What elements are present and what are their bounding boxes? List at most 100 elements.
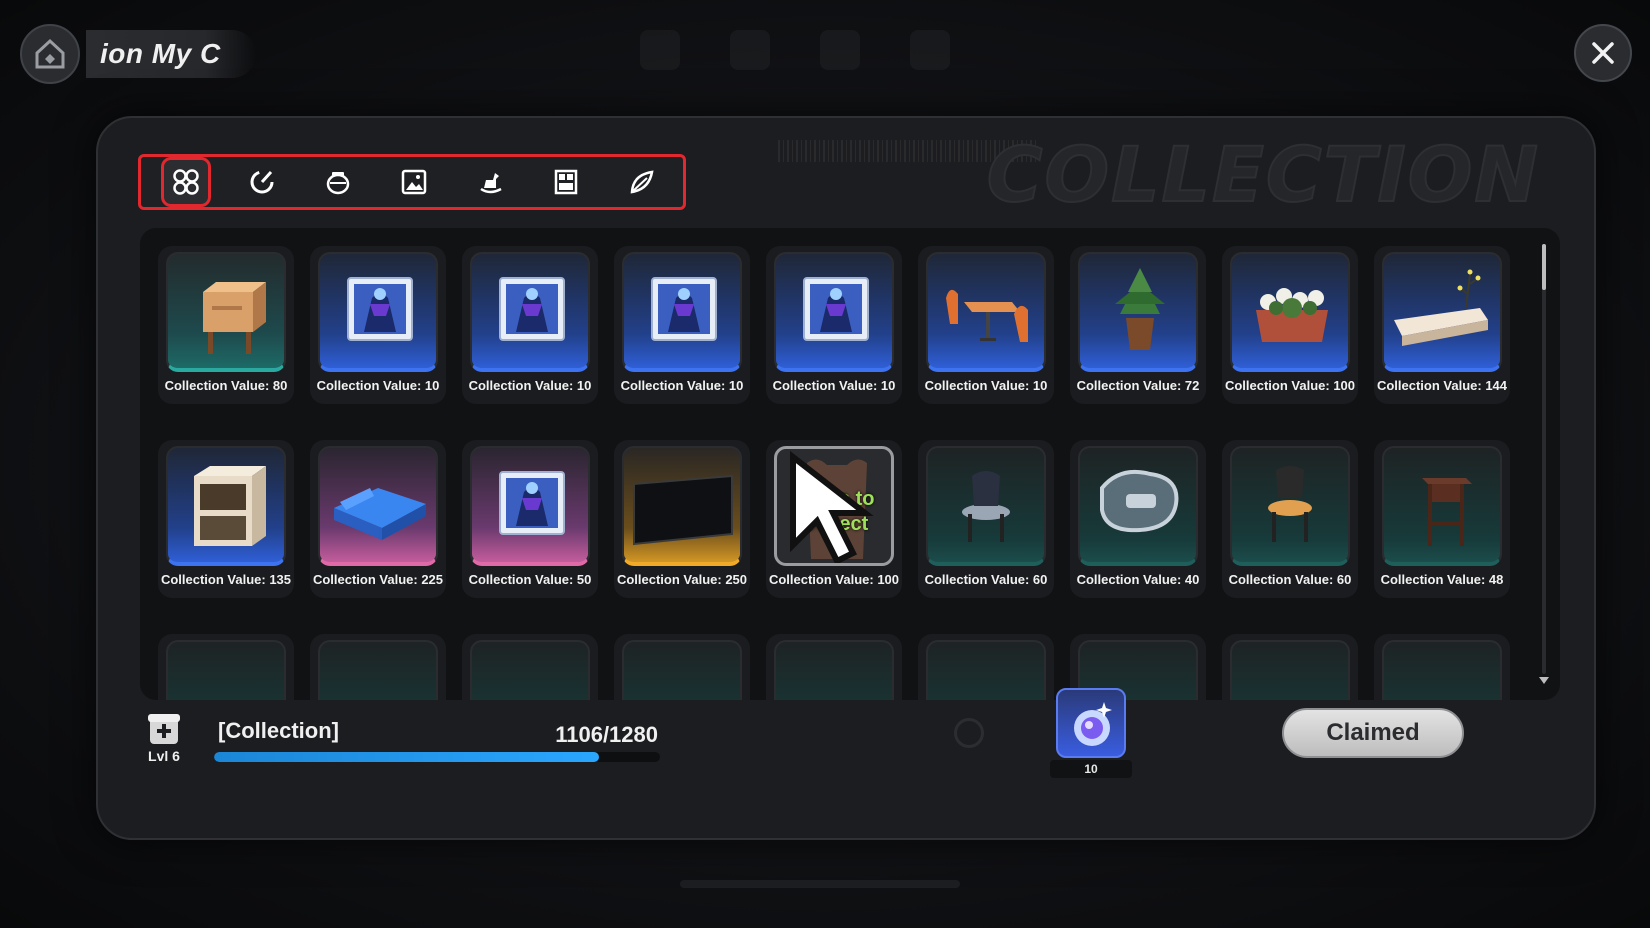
dining-set-art	[946, 289, 1028, 342]
collection-item[interactable]: Collection Value: 80	[158, 246, 294, 404]
collection-item[interactable]: Collection Value: 60	[918, 440, 1054, 598]
item-tile[interactable]	[622, 446, 742, 566]
item-tile[interactable]	[1382, 446, 1502, 566]
item-collection-value: Collection Value: 72	[1076, 378, 1200, 393]
item-tile[interactable]	[774, 252, 894, 372]
collection-level: Lvl 6	[148, 748, 180, 764]
close-button[interactable]	[1574, 24, 1632, 82]
item-tile[interactable]	[318, 640, 438, 700]
collection-item[interactable]: Collection Value: 60	[1222, 440, 1358, 598]
tab-picture[interactable]	[389, 157, 439, 207]
collection-item[interactable]: Collection Value: 10	[918, 246, 1054, 404]
collection-item[interactable]: Collection Value: 72	[1070, 246, 1206, 404]
potted-plant-art	[1115, 268, 1165, 350]
item-tile[interactable]	[1382, 252, 1502, 372]
collection-item-partial[interactable]	[1374, 634, 1510, 700]
picture-icon	[401, 169, 427, 195]
background-bar	[680, 880, 960, 888]
collection-item[interactable]: Collection Value: 48	[1374, 440, 1510, 598]
tab-toys[interactable]	[465, 157, 515, 207]
rocking-horse-icon	[480, 173, 502, 194]
item-tile[interactable]	[1230, 252, 1350, 372]
collection-item[interactable]: Collection Value: 10	[614, 246, 750, 404]
item-tile[interactable]	[318, 446, 438, 566]
item-tile[interactable]	[622, 252, 742, 372]
collection-item[interactable]: Collection Value: 144	[1374, 246, 1510, 404]
scroll-down-arrow[interactable]	[1539, 677, 1549, 684]
tv-screen-art	[633, 474, 733, 546]
collection-item[interactable]: Collection Value: 225	[310, 440, 446, 598]
all-grid-icon	[173, 169, 199, 195]
scrollbar-thumb[interactable]	[1542, 244, 1546, 290]
collection-item-partial[interactable]	[614, 634, 750, 700]
tab-plants[interactable]	[617, 157, 667, 207]
pot-icon	[326, 172, 350, 195]
collection-item-partial[interactable]	[310, 634, 446, 700]
tab-all[interactable]	[161, 157, 211, 207]
item-tile[interactable]	[470, 446, 590, 566]
collection-item[interactable]: Collection Value: 50	[462, 440, 598, 598]
item-tile[interactable]	[1230, 446, 1350, 566]
chair-art	[962, 471, 1010, 542]
item-tile[interactable]	[926, 446, 1046, 566]
collection-item-partial[interactable]	[462, 634, 598, 700]
collection-item-partial[interactable]	[1222, 634, 1358, 700]
collection-item[interactable]: Collection Value: 100	[1222, 246, 1358, 404]
category-tabs	[138, 154, 686, 210]
item-tile[interactable]	[622, 640, 742, 700]
collection-item[interactable]: Collection Value: 250	[614, 440, 750, 598]
item-tile[interactable]	[470, 252, 590, 372]
collection-item-partial[interactable]	[766, 634, 902, 700]
item-tile[interactable]	[1078, 252, 1198, 372]
collection-item-partial[interactable]	[918, 634, 1054, 700]
item-collection-value: Collection Value: 80	[164, 378, 288, 393]
swirl-icon	[250, 170, 274, 194]
poster-art	[499, 471, 565, 535]
item-grid-frame: Collection Value: 80 Collection Value: 10…	[140, 228, 1560, 700]
item-collection-value: Collection Value: 10	[316, 378, 440, 393]
collection-item-partial[interactable]	[158, 634, 294, 700]
item-collection-value: Collection Value: 60	[924, 572, 1048, 587]
collection-progress-text: 1106/1280	[555, 722, 658, 747]
tab-pot[interactable]	[313, 157, 363, 207]
item-tile[interactable]: Press toCollect	[774, 446, 894, 566]
item-tile[interactable]	[1382, 640, 1502, 700]
collection-item[interactable]: Collection Value: 10	[462, 246, 598, 404]
item-tile[interactable]	[318, 252, 438, 372]
item-collection-value: Collection Value: 50	[468, 572, 592, 587]
cabinet-art	[194, 466, 266, 546]
home-button[interactable]	[20, 24, 80, 84]
collection-item[interactable]: Collection Value: 135	[158, 440, 294, 598]
tab-swirl[interactable]	[237, 157, 287, 207]
item-collection-value: Collection Value: 48	[1380, 572, 1504, 587]
level-reward-item[interactable]	[1056, 688, 1126, 758]
item-collection-value: Collection Value: 10	[924, 378, 1048, 393]
flower-planter-art	[1256, 288, 1328, 342]
window-panel-icon	[554, 169, 578, 195]
poster-art	[651, 277, 717, 341]
item-tile[interactable]	[926, 640, 1046, 700]
stool-chair-art	[1268, 466, 1312, 542]
item-tile[interactable]	[470, 640, 590, 700]
long-planter-art	[1394, 269, 1488, 346]
game-screen: ion My C COLLECTION Collection Value: 80…	[0, 0, 1650, 928]
tab-window[interactable]	[541, 157, 591, 207]
item-tile[interactable]	[1078, 446, 1198, 566]
item-collection-value: Collection Value: 100	[1224, 378, 1356, 393]
decorative-ring	[954, 718, 984, 748]
claimed-button[interactable]: Claimed	[1282, 708, 1464, 758]
item-tile[interactable]	[926, 252, 1046, 372]
item-tile[interactable]	[166, 446, 286, 566]
item-tile[interactable]	[166, 252, 286, 372]
collection-item[interactable]: Collection Value: 10	[766, 246, 902, 404]
collection-item[interactable]: Press toCollect Collection Value: 100	[766, 440, 902, 598]
item-collection-value: Collection Value: 60	[1228, 572, 1352, 587]
item-tile[interactable]	[1230, 640, 1350, 700]
item-collection-value: Collection Value: 10	[772, 378, 896, 393]
item-tile[interactable]	[774, 640, 894, 700]
collection-item[interactable]: Collection Value: 40	[1070, 440, 1206, 598]
item-scrollbar[interactable]	[1539, 244, 1549, 684]
item-tile[interactable]	[166, 640, 286, 700]
side-table-art	[1422, 478, 1472, 546]
collection-item[interactable]: Collection Value: 10	[310, 246, 446, 404]
